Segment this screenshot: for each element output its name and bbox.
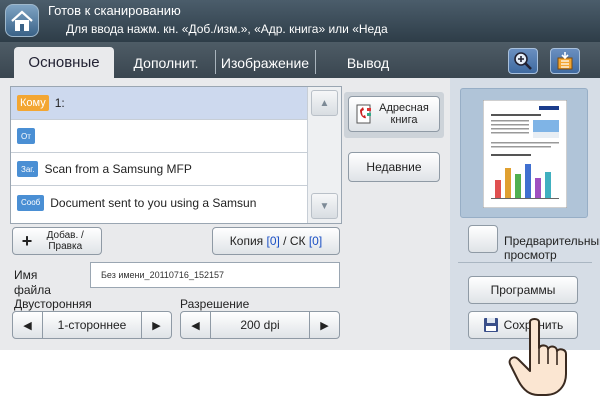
resolution-prev-button[interactable]: ◀ — [181, 312, 211, 338]
preview-button[interactable] — [468, 225, 498, 253]
triangle-up-icon: ▲ — [319, 97, 330, 109]
address-list: Кому 1: От Заг. Scan from a Samsung MFP … — [10, 86, 342, 224]
scrollbar[interactable]: ▲ ▼ — [307, 87, 341, 223]
triangle-left-icon: ◀ — [23, 319, 32, 332]
plus-icon: + — [21, 230, 33, 251]
floppy-disk-icon — [483, 318, 498, 332]
document-thumbnail-icon — [483, 100, 567, 208]
bcc-label: / СК — [279, 234, 309, 248]
scan-screen: Готов к сканированию Для ввода нажм. кн.… — [0, 0, 600, 350]
tab-output[interactable]: Вывод — [316, 47, 420, 78]
job-list-icon — [557, 52, 573, 70]
preview-area[interactable] — [460, 88, 588, 218]
magnifier-icon — [514, 52, 532, 70]
triangle-left-icon: ◀ — [191, 319, 200, 332]
resolution-value: 200 dpi — [240, 318, 280, 332]
add-edit-label: Добав. / Правка — [46, 230, 84, 252]
to-tag: Кому — [17, 95, 49, 111]
recent-button[interactable]: Недавние — [348, 152, 440, 182]
scroll-up-button[interactable]: ▲ — [311, 90, 338, 116]
list-item-value: Scan from a Samsung MFP — [44, 162, 192, 176]
divider — [458, 262, 592, 263]
status-title: Готов к сканированию — [48, 3, 181, 18]
basic-panel: Кому 1: От Заг. Scan from a Samsung MFP … — [0, 78, 450, 350]
home-icon — [11, 10, 33, 31]
home-button[interactable] — [5, 4, 39, 37]
address-book-button[interactable]: Адресная книга — [348, 96, 440, 132]
address-book-label: Адресная книга — [379, 102, 429, 126]
list-item-from[interactable]: От — [11, 120, 307, 153]
triangle-down-icon: ▼ — [319, 200, 330, 212]
list-item-message[interactable]: Сооб Document sent to you using a Samsun — [11, 186, 307, 219]
duplex-next-button[interactable]: ▶ — [141, 312, 171, 338]
from-tag: От — [17, 128, 35, 144]
status-bar: Готов к сканированию Для ввода нажм. кн.… — [0, 0, 600, 42]
duplex-value: 1-стороннее — [57, 318, 127, 332]
list-item-to[interactable]: Кому 1: — [11, 87, 307, 120]
tab-image[interactable]: Изображение — [216, 47, 314, 78]
filename-field[interactable]: Без имени_20110716_152157 — [90, 262, 340, 288]
list-item-value: 1: — [54, 96, 65, 110]
filename-label: Имя файла — [14, 268, 51, 297]
tab-bar: Основные Дополнит. Изображение Вывод — [0, 42, 600, 78]
resolution-next-button[interactable]: ▶ — [309, 312, 339, 338]
add-edit-button[interactable]: + Добав. / Правка — [12, 227, 102, 255]
scroll-down-button[interactable]: ▼ — [311, 193, 338, 219]
zoom-button[interactable] — [508, 48, 538, 74]
cc-label: Копия — [229, 234, 267, 248]
address-book-icon — [356, 104, 371, 124]
job-status-button[interactable] — [550, 48, 580, 74]
programs-button[interactable]: Программы — [468, 276, 578, 304]
tab-advanced[interactable]: Дополнит. — [118, 47, 214, 78]
pointing-hand-icon — [508, 318, 567, 396]
message-tag: Сооб — [17, 194, 45, 211]
resolution-selector: ◀ 200 dpi ▶ — [180, 311, 340, 339]
list-item-subject[interactable]: Заг. Scan from a Samsung MFP — [11, 153, 307, 186]
preview-label: Предварительный просмотр — [504, 234, 600, 262]
subject-tag: Заг. — [17, 161, 39, 177]
resolution-label: Разрешение — [180, 297, 250, 311]
duplex-prev-button[interactable]: ◀ — [13, 312, 43, 338]
duplex-label: Двусторонняя — [14, 297, 92, 311]
bcc-count: [0] — [308, 234, 323, 248]
duplex-selector: ◀ 1-стороннее ▶ — [12, 311, 172, 339]
triangle-right-icon: ▶ — [320, 319, 329, 332]
cc-count: [0] — [266, 234, 280, 248]
tab-basic[interactable]: Основные — [14, 47, 114, 78]
cc-bcc-button[interactable]: Копия [0] / СК [0] — [212, 227, 340, 255]
triangle-right-icon: ▶ — [152, 319, 161, 332]
preview-panel: Предварительный просмотр Программы Сохра… — [450, 78, 600, 350]
status-message: Для ввода нажм. кн. «Доб./изм.», «Адр. к… — [66, 22, 388, 36]
list-item-value: Document sent to you using a Samsun — [50, 195, 257, 210]
